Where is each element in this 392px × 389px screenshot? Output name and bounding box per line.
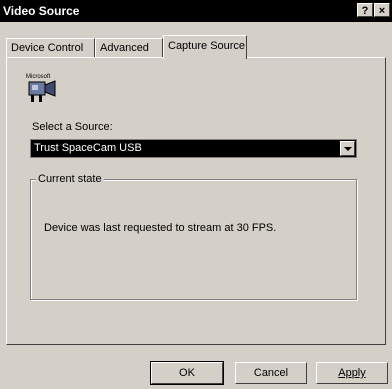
cancel-button[interactable]: Cancel (235, 362, 307, 384)
help-button[interactable]: ? (357, 3, 373, 17)
current-state-title: Current state (36, 173, 104, 185)
tab-advanced[interactable]: Advanced (95, 38, 163, 58)
chevron-down-icon[interactable] (340, 141, 355, 156)
current-state-group: Current state Device was last requested … (30, 173, 357, 300)
icon-text: Microsoft (26, 74, 51, 80)
ok-button[interactable]: OK (150, 361, 224, 385)
tab-capture-source[interactable]: Capture Source (163, 35, 247, 59)
source-selected-value: Trust SpaceCam USB (34, 142, 142, 154)
title-bar: Video Source ? × (0, 0, 392, 22)
current-state-message: Device was last requested to stream at 3… (44, 222, 277, 234)
tab-device-control[interactable]: Device Control (6, 38, 95, 58)
source-select[interactable]: Trust SpaceCam USB (30, 139, 357, 158)
close-button[interactable]: × (374, 3, 390, 17)
window-title: Video Source (3, 4, 80, 18)
source-label: Select a Source: (32, 121, 113, 133)
tab-strip: Device Control Advanced Capture Source (6, 35, 386, 59)
microsoft-camera-icon: Microsoft (25, 71, 59, 105)
apply-button[interactable]: Apply (316, 362, 388, 384)
